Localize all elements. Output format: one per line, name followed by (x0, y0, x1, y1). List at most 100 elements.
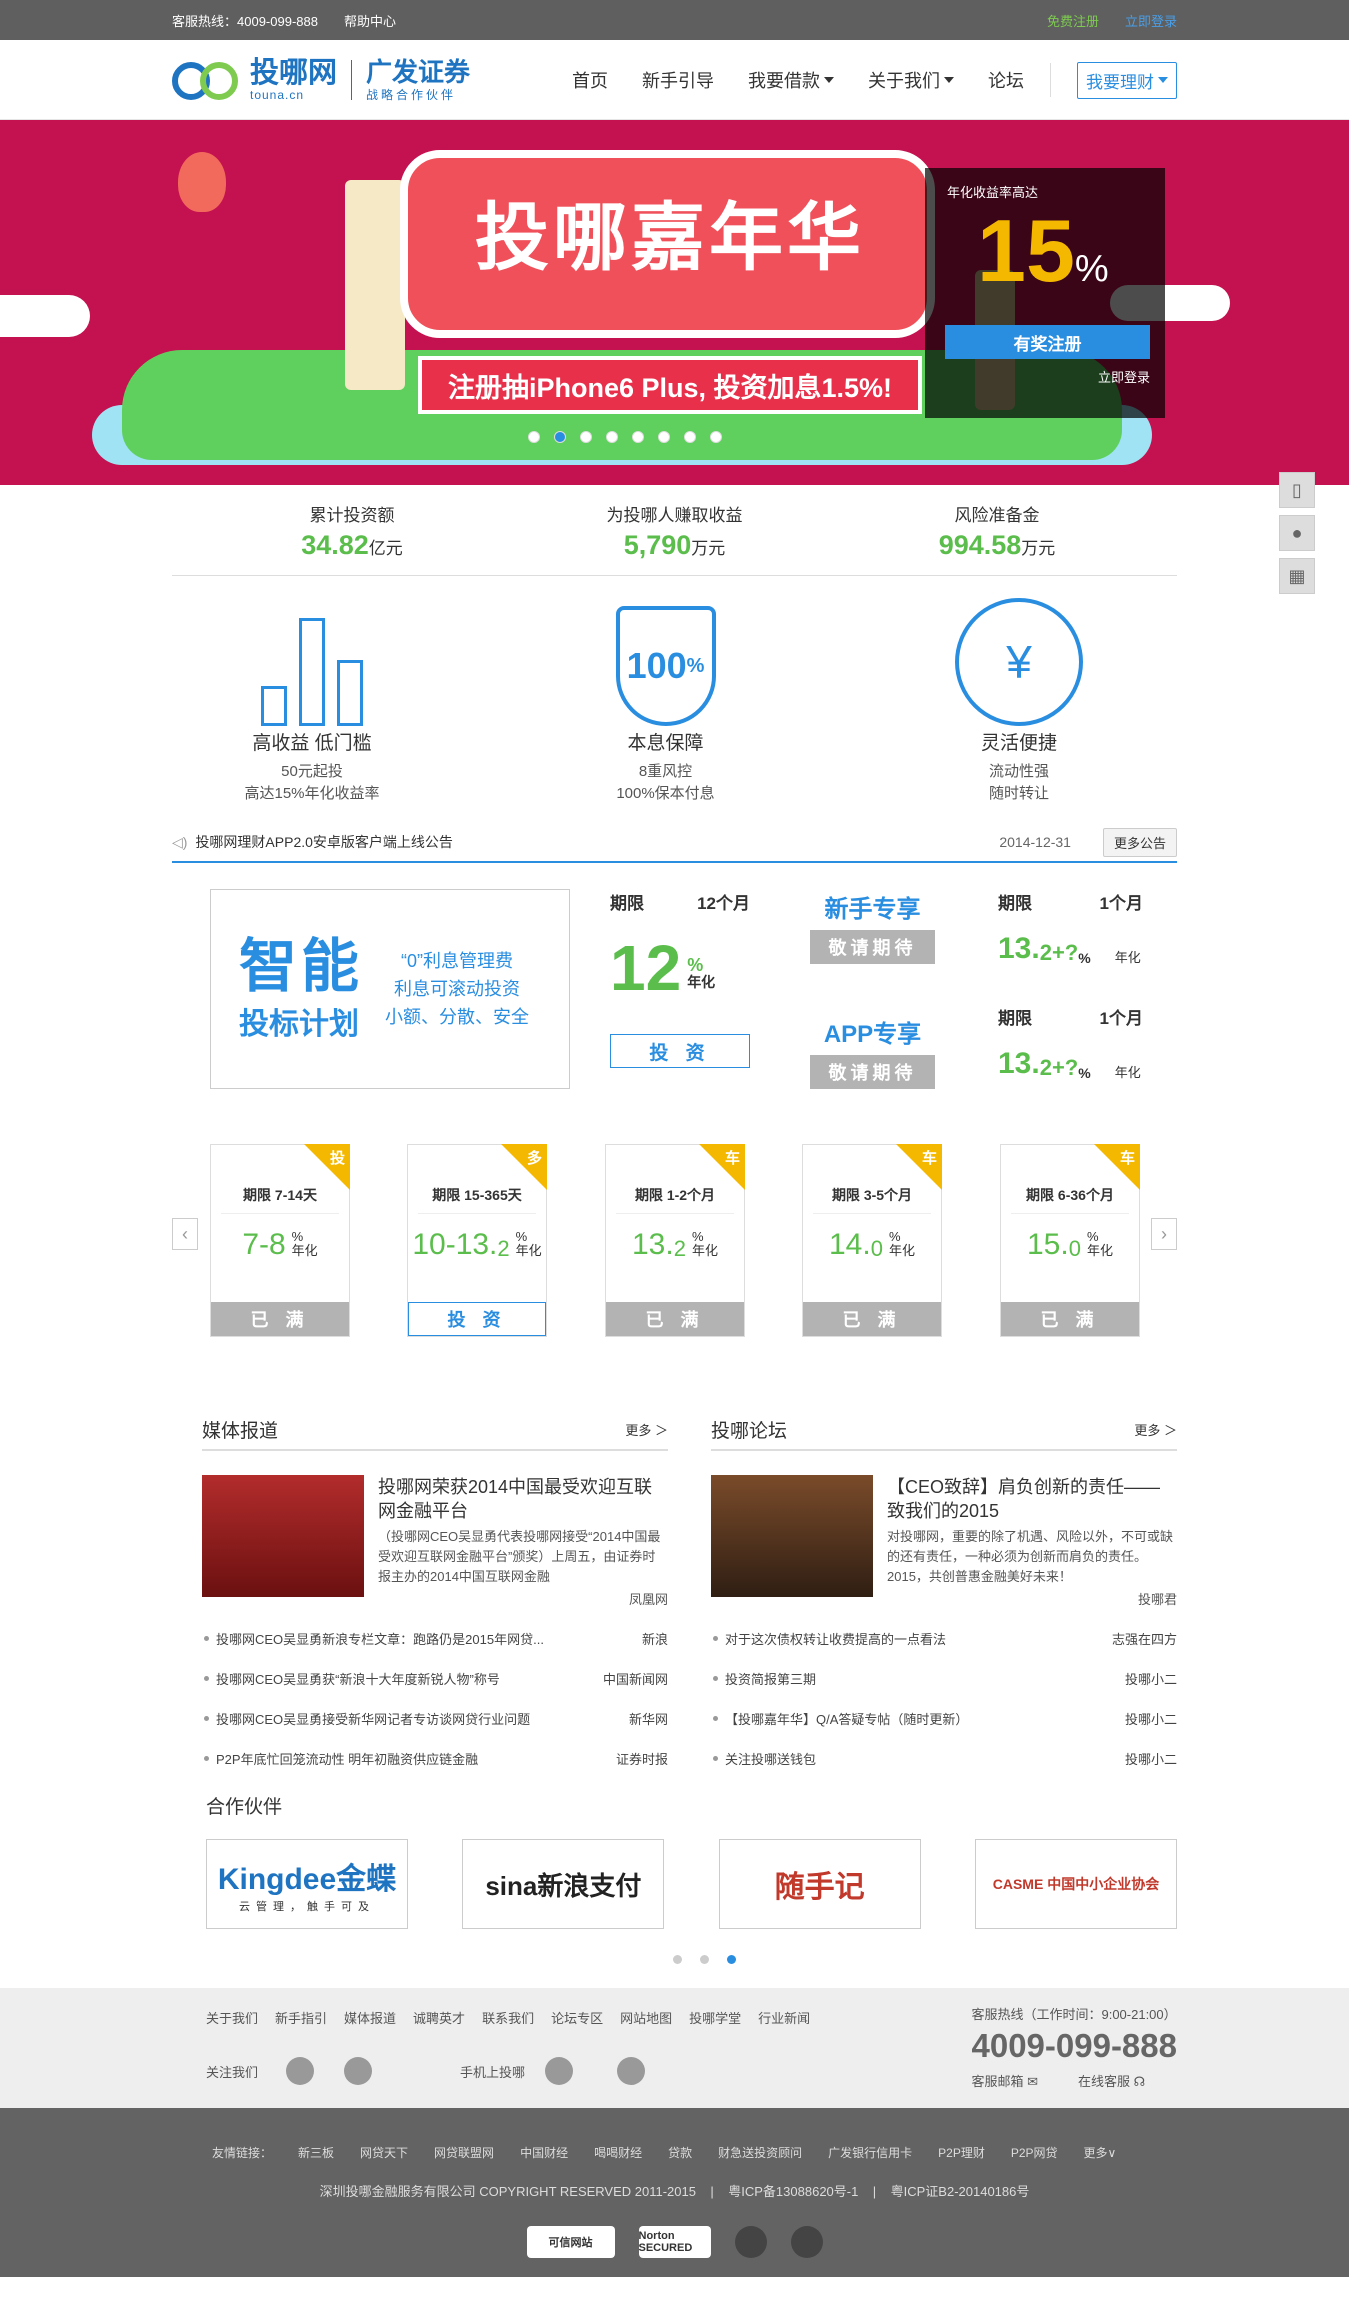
slide-dot[interactable] (683, 431, 696, 443)
product-card[interactable]: 车期限 6-36个月 15. 0% 年化已 满 (1000, 1144, 1140, 1337)
security-badge-icon[interactable] (734, 2226, 767, 2258)
footer-link[interactable]: 投哪学堂 (689, 2008, 741, 2027)
footer-link[interactable]: 关于我们 (206, 2008, 258, 2027)
slide-dot[interactable] (709, 431, 722, 443)
wechat-icon[interactable] (344, 2057, 373, 2085)
footer-link[interactable]: 诚聘英才 (413, 2008, 465, 2027)
register-link[interactable]: 免费注册 (1047, 11, 1099, 30)
friend-link[interactable]: 网贷天下 (360, 2144, 408, 2161)
nav-forum[interactable]: 论坛 (988, 67, 1024, 93)
footer-link[interactable]: 新手指引 (275, 2008, 327, 2027)
nav-about[interactable]: 关于我们 (868, 67, 954, 93)
qrcode-icon[interactable]: ▦ (1279, 558, 1315, 594)
help-center-link[interactable]: 帮助中心 (344, 11, 396, 30)
slide-dot[interactable] (605, 431, 618, 443)
partner-dot[interactable] (673, 1955, 682, 1964)
partner-suishouji-logo[interactable]: 随手记 (718, 1839, 921, 1929)
news-list-item[interactable]: 【投哪嘉年华】Q/A答疑专帖（随时更新） 投哪小二 (711, 1698, 1177, 1738)
friend-link[interactable]: P2P网贷 (1011, 2144, 1058, 2161)
slide-dot[interactable] (579, 431, 592, 443)
announcement-date: 2014-12-31 (999, 834, 1071, 850)
chevron-left-icon[interactable]: ‹ (172, 1218, 198, 1250)
trusted-site-badge[interactable]: 可信网站 (526, 2226, 615, 2258)
norton-badge[interactable]: Norton SECURED (638, 2226, 711, 2258)
invest-button[interactable]: 投 资 (610, 1034, 750, 1068)
login-link[interactable]: 立即登录 (1125, 11, 1177, 30)
slide-dot[interactable] (527, 431, 540, 443)
banner-register-button[interactable]: 有奖注册 (945, 325, 1150, 359)
logo-name: 投哪网 (250, 57, 338, 89)
app-coming-soon-button[interactable]: 敬请期待 (810, 1055, 935, 1089)
partner-kingdee-logo[interactable]: Kingdee金蝶 云管理，触手可及 (206, 1839, 408, 1929)
friend-link[interactable]: 财急送投资顾问 (718, 2144, 802, 2161)
news-list-item[interactable]: 关注投哪送钱包 投哪小二 (711, 1738, 1177, 1778)
footer-link[interactable]: 联系我们 (482, 2008, 534, 2027)
footer-link[interactable]: 行业新闻 (758, 2008, 810, 2027)
news-list-item[interactable]: 投哪网CEO吴显勇获“新浪十大年度新锐人物”称号 中国新闻网 (202, 1658, 668, 1698)
mobile-icon[interactable]: ▯ (1279, 472, 1315, 508)
chevron-right-icon[interactable]: › (1151, 1218, 1177, 1250)
castle-decoration (345, 180, 405, 390)
forum-feature-title[interactable]: 【CEO致辞】肩负创新的责任——致我们的2015 (887, 1475, 1177, 1523)
footer-link[interactable]: 媒体报道 (344, 2008, 396, 2027)
card-action-button[interactable]: 已 满 (606, 1302, 744, 1336)
card-action-button[interactable]: 已 满 (1001, 1302, 1139, 1336)
newbie-coming-soon-button[interactable]: 敬请期待 (810, 930, 935, 964)
slide-dot[interactable] (631, 431, 644, 443)
apple-icon[interactable] (545, 2057, 574, 2085)
partner-dot[interactable] (727, 1955, 736, 1964)
media-feature-title[interactable]: 投哪网荣获2014中国最受欢迎互联网金融平台 (378, 1475, 668, 1523)
friend-link[interactable]: 喝喝财经 (594, 2144, 642, 2161)
smart-plan-card[interactable]: 智能 投标计划 “0”利息管理费 利息可滚动投资 小额、分散、安全 (210, 889, 570, 1089)
news-list-item[interactable]: 对于这次债权转让收费提高的一点看法 志强在四方 (711, 1618, 1177, 1658)
copyright-line: 深圳投哪金融服务有限公司 COPYRIGHT RESERVED 2011-201… (319, 2184, 1030, 2199)
nav-guide[interactable]: 新手引导 (642, 67, 714, 93)
logo[interactable]: 投哪网 touna.cn 广发证券 战略合作伙伴 (172, 58, 470, 103)
service-mail-link[interactable]: 客服邮箱 ✉ (971, 2071, 1038, 2090)
footer-link[interactable]: 网站地图 (620, 2008, 672, 2027)
media-feature-photo[interactable] (202, 1475, 364, 1597)
product-card[interactable]: 车期限 3-5个月 14. 0% 年化已 满 (802, 1144, 942, 1337)
online-service-link[interactable]: 在线客服 ☊ (1078, 2071, 1145, 2090)
slide-dot[interactable] (657, 431, 670, 443)
partner-dot[interactable] (700, 1955, 709, 1964)
qq-icon[interactable]: ● (1279, 515, 1315, 551)
android-icon[interactable] (617, 2057, 646, 2085)
announcement-link[interactable]: 投哪网理财APP2.0安卓版客户端上线公告 (195, 832, 452, 852)
friend-link[interactable]: 中国财经 (520, 2144, 568, 2161)
partners-title: 合作伙伴 (206, 1797, 283, 1818)
news-list-item[interactable]: 投资简报第三期 投哪小二 (711, 1658, 1177, 1698)
police-badge-icon[interactable] (790, 2226, 823, 2258)
forum-feature-photo[interactable] (711, 1475, 873, 1597)
card-action-button[interactable]: 投 资 (408, 1302, 546, 1336)
product-card[interactable]: 多期限 15-365天 10-13. 2% 年化投 资 (407, 1144, 547, 1337)
invest-dropdown-button[interactable]: 我要理财 (1077, 61, 1177, 99)
nav-home[interactable]: 首页 (572, 67, 608, 93)
friend-link[interactable]: P2P理财 (938, 2144, 985, 2161)
product-card[interactable]: 投期限 7-14天 7-8% 年化已 满 (210, 1144, 350, 1337)
forum-title: 投哪论坛 (711, 1421, 788, 1442)
news-list-item[interactable]: 投哪网CEO吴显勇接受新华网记者专访谈网贷行业问题 新华网 (202, 1698, 668, 1738)
banner-login-link[interactable]: 立即登录 (925, 367, 1150, 386)
friend-link[interactable]: 网贷联盟网 (434, 2144, 494, 2161)
news-list-item[interactable]: 投哪网CEO吴显勇新浪专栏文章：跑路仍是2015年网贷... 新浪 (202, 1618, 668, 1658)
weibo-icon[interactable] (286, 2057, 315, 2085)
card-action-button[interactable]: 已 满 (803, 1302, 941, 1336)
forum-more-link[interactable]: 更多 ＞ (1134, 1420, 1177, 1439)
features-row: 高收益 低门槛 50元起投 高达15%年化收益率 100% 本息保障 8重风控 10… (172, 576, 1177, 805)
nav-borrow[interactable]: 我要借款 (748, 67, 834, 93)
slide-dot[interactable] (553, 431, 566, 443)
partner-casme-logo[interactable]: CASME 中国中小企业协会 (974, 1839, 1177, 1929)
partners-section: 合作伙伴 Kingdee金蝶 云管理，触手可及 sina新浪支付 随手记 CASM… (172, 1792, 1177, 1964)
friend-link[interactable]: 新三板 (298, 2144, 334, 2161)
product-card[interactable]: 车期限 1-2个月 13. 2% 年化已 满 (605, 1144, 745, 1337)
friend-link[interactable]: 广发银行信用卡 (828, 2144, 912, 2161)
footer-link[interactable]: 论坛专区 (551, 2008, 603, 2027)
more-announcements-button[interactable]: 更多公告 (1102, 827, 1177, 857)
media-more-link[interactable]: 更多 ＞ (625, 1420, 668, 1439)
partner-sina-logo[interactable]: sina新浪支付 (462, 1839, 665, 1929)
friend-link[interactable]: 贷款 (668, 2144, 692, 2161)
news-list-item[interactable]: P2P年底忙回笼流动性 明年初融资供应链金融 证券时报 (202, 1738, 668, 1778)
friend-link[interactable]: 更多∨ (1084, 2144, 1117, 2161)
card-action-button[interactable]: 已 满 (211, 1302, 349, 1336)
